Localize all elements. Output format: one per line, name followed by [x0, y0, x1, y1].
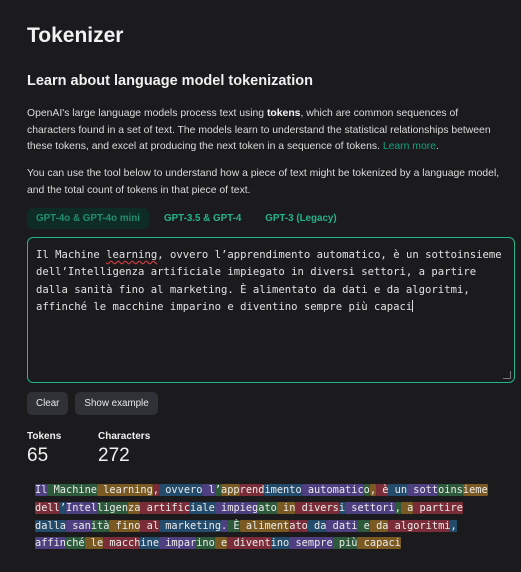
- token-span: algoritmi: [388, 519, 451, 532]
- tokens-value: 65: [27, 445, 49, 466]
- token-span: sempre: [289, 537, 333, 550]
- token-span: za: [128, 501, 141, 514]
- token-span: sott: [407, 484, 439, 496]
- token-span: ino: [196, 537, 215, 550]
- intro-text-end: .: [435, 141, 439, 153]
- token-span: è: [376, 484, 389, 496]
- token-span: automatic: [301, 484, 364, 496]
- token-span: Machine: [47, 484, 98, 496]
- token-line: Il Machine learning, ovvero l’apprendime…: [35, 482, 511, 500]
- token-span: macch: [103, 537, 141, 550]
- token-span: divers: [295, 501, 339, 514]
- token-span: impieg: [214, 501, 259, 514]
- token-span: capaci: [357, 537, 401, 550]
- tokenizer-page: Tokenizer Learn about language model tok…: [0, 0, 521, 572]
- usage-paragraph: You can use the tool below to understand…: [27, 168, 500, 196]
- token-span: app: [221, 484, 240, 496]
- intro-paragraph: OpenAI's large language models process t…: [27, 106, 507, 156]
- token-span: san: [66, 519, 91, 532]
- token-span: ità: [90, 519, 110, 532]
- text-caret: [412, 300, 414, 313]
- token-count: Tokens 65: [27, 431, 61, 467]
- tab-gpt-3-5-gpt-4[interactable]: GPT-3.5 & GPT-4: [155, 208, 250, 229]
- token-span: dati: [326, 519, 358, 532]
- token-span: da: [307, 519, 327, 532]
- input-line-4: affinché le macchine imparino e diventin…: [36, 300, 414, 314]
- token-span: ine: [140, 537, 160, 550]
- show-example-button[interactable]: Show example: [75, 392, 158, 415]
- token-span: ,: [394, 501, 401, 514]
- token-span: e: [214, 537, 228, 550]
- token-span: in: [276, 501, 296, 514]
- misspelled-word: learning: [106, 249, 158, 261]
- token-span: ,: [450, 519, 457, 532]
- token-span: a: [400, 501, 414, 514]
- token-span: ovvero: [159, 484, 203, 496]
- model-tabs: GPT-4o & GPT-4o mini GPT-3.5 & GPT-4 GPT…: [27, 208, 346, 229]
- input-line-3: dalla sanità fino al marketing. È alimen…: [36, 283, 470, 296]
- token-span: iale: [190, 501, 215, 514]
- token-span: ino: [270, 537, 290, 550]
- token-span: oins: [438, 484, 463, 496]
- token-span: partire: [413, 501, 463, 514]
- token-span: dell: [35, 501, 60, 514]
- token-span: fino: [109, 519, 141, 532]
- token-span: Il: [35, 484, 48, 496]
- token-span: aliment: [239, 519, 290, 532]
- tab-gpt-4o[interactable]: GPT-4o & GPT-4o mini: [27, 208, 149, 229]
- character-count: Characters 272: [98, 431, 150, 467]
- tab-gpt-3-legacy[interactable]: GPT-3 (Legacy): [256, 208, 345, 229]
- token-span: ato: [258, 501, 277, 514]
- token-line: dalla sanità fino al marketing. È alimen…: [35, 518, 511, 536]
- resize-handle[interactable]: [503, 371, 511, 379]
- token-span: ato: [289, 519, 308, 532]
- token-span: affin: [35, 537, 66, 550]
- input-text: affinché le macchine imparino e diventin…: [36, 301, 413, 314]
- input-line-2: dell’Intelligenza artificiale impiegato …: [36, 266, 477, 279]
- text-input-area[interactable]: Il Machine learning, ovvero l’apprendime…: [27, 237, 515, 383]
- token-span: artific: [140, 501, 191, 514]
- token-span: settori: [345, 501, 395, 514]
- token-span: imento: [264, 484, 302, 496]
- token-span: marketing: [159, 519, 222, 532]
- token-span: al: [140, 519, 160, 532]
- tokens-label: Tokens: [27, 431, 62, 442]
- page-title: Tokenizer: [27, 24, 124, 47]
- action-buttons: Clear Show example: [27, 392, 158, 415]
- input-text: , ovvero l’apprendimento automatico, è u…: [157, 249, 502, 261]
- token-span: le: [84, 537, 104, 550]
- token-span: dalla: [35, 519, 66, 532]
- token-span: l: [202, 484, 215, 496]
- section-heading: Learn about language model tokenization: [27, 73, 313, 89]
- intro-text-1: OpenAI's large language models process t…: [27, 108, 267, 119]
- tokens-emphasis: tokens: [266, 108, 301, 119]
- token-span: divent: [227, 537, 271, 550]
- characters-value: 272: [98, 445, 130, 466]
- token-span: e: [357, 519, 370, 532]
- token-line: affinché le macchine imparino e diventin…: [35, 535, 511, 553]
- token-span: da: [369, 519, 389, 532]
- learn-more-link[interactable]: Learn more: [383, 141, 436, 152]
- input-text: Il Machine: [36, 249, 107, 261]
- token-span: rend: [239, 484, 265, 496]
- token-span: più: [332, 537, 358, 550]
- input-line-1: Il Machine learning, ovvero l’apprendime…: [36, 249, 502, 261]
- token-line: dell’Intelligenza artificiale impiegato …: [35, 500, 511, 518]
- token-span: ché: [66, 537, 85, 550]
- tokenized-text-view: Il Machine learning, ovvero l’apprendime…: [35, 482, 511, 553]
- token-span: impar: [159, 537, 197, 550]
- token-span: Intel: [66, 501, 98, 514]
- clear-button[interactable]: Clear: [27, 392, 69, 415]
- token-span: ieme: [462, 484, 488, 496]
- token-span: o: [363, 484, 370, 496]
- token-span: un: [388, 484, 408, 496]
- token-span: È: [227, 519, 240, 532]
- token-span: learning: [97, 484, 153, 496]
- characters-label: Characters: [98, 431, 151, 442]
- token-span: ligen: [97, 501, 129, 514]
